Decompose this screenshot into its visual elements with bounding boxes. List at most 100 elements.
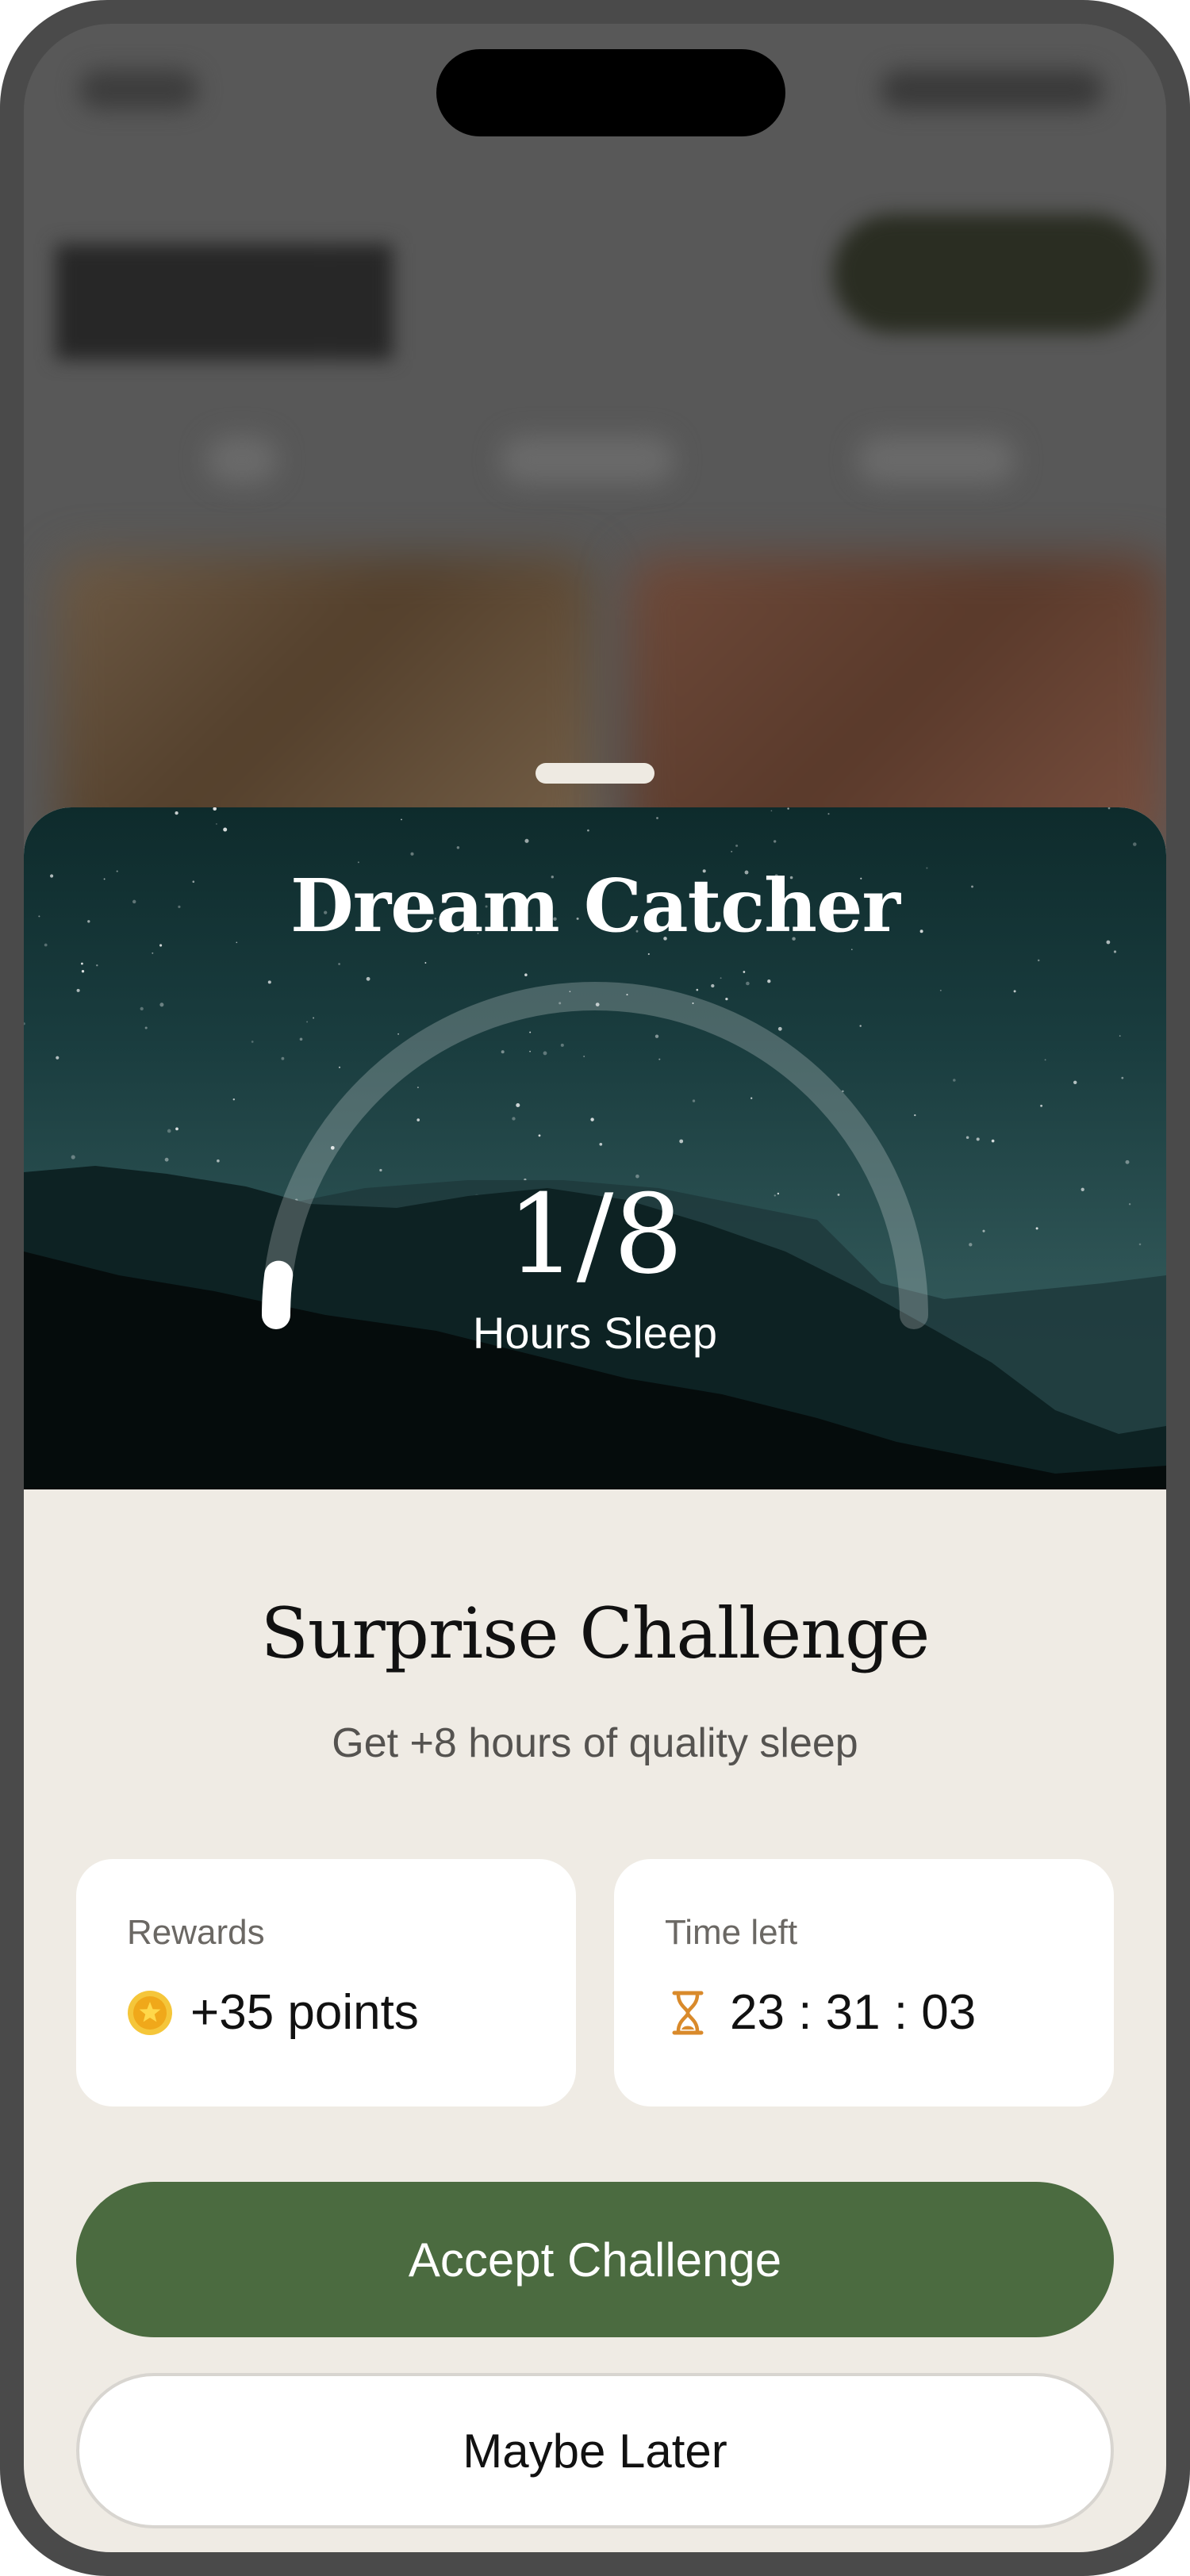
accept-challenge-button[interactable]: Accept Challenge [76, 2182, 1114, 2337]
star [965, 1136, 969, 1139]
star [1133, 842, 1137, 846]
star [24, 1022, 25, 1025]
star [524, 838, 529, 843]
star [543, 1051, 547, 1056]
star [587, 829, 589, 832]
star [410, 852, 414, 856]
star [524, 973, 528, 976]
coin-star-icon [128, 1990, 172, 2035]
time-left-card: Time left 23 : 31 : 03 [614, 1859, 1114, 2106]
star [401, 818, 402, 821]
star [1073, 1080, 1077, 1085]
rewards-card: Rewards +35 points [76, 1859, 576, 2106]
star [711, 983, 715, 988]
star [501, 1050, 505, 1054]
star [939, 989, 942, 991]
star [976, 1137, 980, 1141]
star [1013, 990, 1016, 993]
star [416, 1118, 420, 1121]
sleep-progress-value: 1/8 [506, 1171, 684, 1298]
star [658, 1058, 661, 1060]
star [696, 988, 699, 991]
star [213, 807, 217, 811]
star [397, 1033, 400, 1035]
star [770, 810, 773, 812]
star [731, 850, 733, 853]
star [338, 1066, 341, 1068]
star [1113, 950, 1117, 953]
star [1121, 1076, 1124, 1079]
star [692, 1099, 696, 1102]
star [529, 1031, 532, 1033]
time-left-value: 23 : 31 : 03 [730, 1985, 977, 2040]
star [777, 1026, 782, 1031]
star [1040, 1104, 1043, 1107]
star [299, 1037, 303, 1041]
star [232, 1098, 236, 1101]
phone-frame: █████ Dream Catcher 1/8 Hours Sleep Surp… [0, 0, 1190, 2576]
rewards-value: +35 points [190, 1985, 419, 2040]
background-tab-blurred [500, 436, 674, 484]
dynamic-island [436, 49, 785, 136]
star [175, 1127, 178, 1131]
star [456, 845, 460, 849]
hourglass-icon [672, 1991, 704, 2034]
star [850, 949, 853, 951]
star [281, 1056, 285, 1060]
star [743, 971, 746, 973]
star [338, 963, 340, 965]
rewards-row: +35 points [127, 1984, 419, 2041]
background-tab-blurred [206, 436, 278, 484]
star [787, 807, 789, 810]
star [251, 1041, 254, 1043]
star [140, 1006, 144, 1011]
star [175, 811, 178, 815]
star [750, 1097, 753, 1099]
star [991, 1139, 995, 1143]
star [167, 1129, 171, 1133]
star [953, 1079, 956, 1082]
star [80, 962, 83, 965]
star [56, 1056, 60, 1060]
star [538, 1134, 541, 1137]
star [725, 997, 728, 1001]
sleep-progress-label: Hours Sleep [472, 1308, 718, 1358]
screen: █████ Dream Catcher 1/8 Hours Sleep Surp… [24, 24, 1166, 2552]
star [71, 1155, 75, 1160]
star [1119, 1035, 1121, 1037]
star [647, 953, 650, 956]
star [679, 1139, 684, 1144]
star [424, 962, 427, 964]
star [313, 1017, 315, 1019]
star [827, 813, 830, 815]
maybe-later-button[interactable]: Maybe Later [76, 2373, 1114, 2528]
star [1037, 959, 1040, 962]
star [416, 1087, 419, 1089]
star [81, 970, 85, 973]
star [217, 1159, 220, 1163]
background-title-blurred: █████ [56, 246, 393, 351]
star [223, 827, 228, 832]
hero-night-sky-image: Dream Catcher 1/8 Hours Sleep [24, 807, 1166, 1489]
star [656, 817, 658, 819]
star [767, 979, 771, 983]
star [267, 980, 271, 984]
rewards-label: Rewards [127, 1913, 265, 1952]
sheet-grabber-handle[interactable] [536, 763, 654, 784]
star [590, 1117, 594, 1121]
star [859, 1025, 862, 1027]
star [215, 822, 217, 825]
star [774, 840, 777, 843]
star [1125, 1160, 1130, 1164]
star [583, 1055, 585, 1058]
challenge-bottom-sheet: Dream Catcher 1/8 Hours Sleep Surprise C… [24, 807, 1166, 2552]
hero-title: Dream Catcher [290, 863, 900, 949]
status-bar-time-blurred [79, 70, 198, 109]
status-bar-indicators-blurred [881, 70, 1103, 109]
star [516, 1102, 520, 1108]
star [159, 1002, 164, 1007]
star [366, 976, 370, 981]
star [746, 981, 750, 986]
star [164, 1157, 169, 1162]
star [144, 1026, 148, 1029]
